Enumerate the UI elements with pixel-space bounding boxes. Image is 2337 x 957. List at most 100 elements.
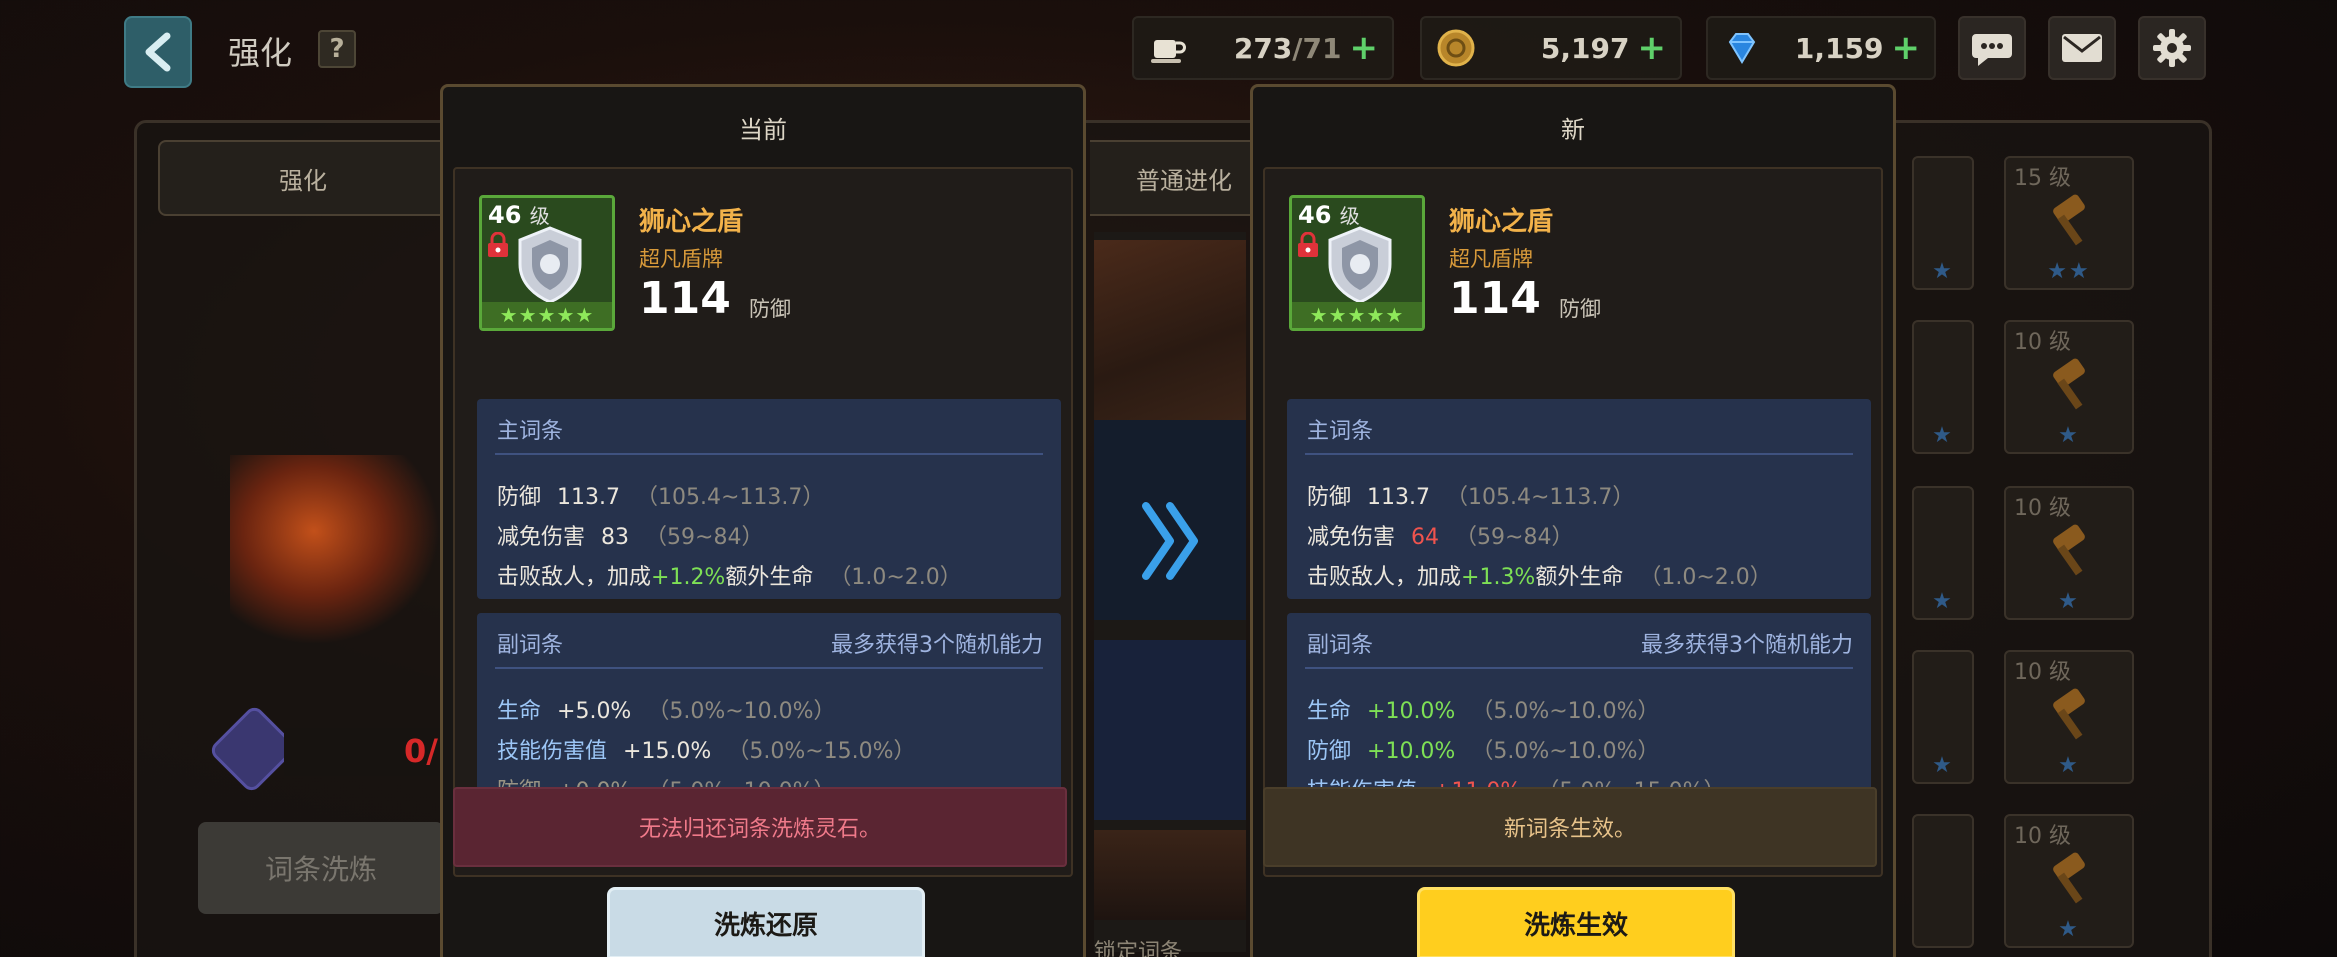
stat-name: 击败敌人，加成 — [497, 565, 652, 590]
new-affix-card: 新 46 级 ★★★★★ 狮心之盾 超凡盾牌 114 防御 主词条 防御 113.… — [1250, 84, 1896, 957]
back-button[interactable] — [124, 16, 192, 88]
material-slot[interactable]: 10 级 ★ — [2004, 650, 2134, 784]
material-slot[interactable]: 10 级 ★ — [2004, 486, 2134, 620]
stamina-counter: 273/71 + — [1132, 16, 1394, 80]
gold-coin-icon — [1432, 24, 1480, 72]
stat-range: （5.0%~10.0%） — [1471, 739, 1660, 764]
stat-value: +10.0% — [1367, 699, 1456, 724]
material-slot[interactable]: ★ — [1912, 156, 1974, 290]
item-defense-label: 防御 — [1559, 297, 1601, 321]
stat-value: 113.7 — [557, 485, 620, 510]
material-slot[interactable]: ★ — [1912, 486, 1974, 620]
hammer-icon — [2053, 194, 2085, 246]
sub-affix-note: 最多获得3个随机能力 — [831, 633, 1043, 658]
slot-level: 10 级 — [2014, 330, 2071, 355]
material-slot[interactable]: ★ — [1912, 650, 1974, 784]
item-name: 狮心之盾 — [1449, 207, 1554, 237]
reroll-button[interactable]: 词条洗炼 — [198, 822, 444, 914]
page-title: 强化 — [228, 34, 293, 72]
slot-stars: ★ — [1932, 753, 1954, 778]
main-affix-box: 主词条 防御 113.7 （105.4~113.7） 减免伤害 64 （59~84） 击… — [1287, 399, 1871, 599]
slot-stars: ★ — [1932, 259, 1954, 284]
add-gold-button[interactable]: + — [1638, 28, 1667, 68]
stat-name: 减免伤害 — [1307, 525, 1396, 550]
item-type: 超凡盾牌 — [639, 247, 723, 271]
add-stamina-button[interactable]: + — [1350, 28, 1379, 68]
stamina-max: 71 — [1302, 31, 1342, 65]
status-message: 新词条生效。 — [1263, 787, 1877, 867]
revert-reroll-button[interactable]: 洗炼还原 — [607, 887, 925, 957]
item-name: 狮心之盾 — [639, 207, 744, 237]
mail-button[interactable] — [2048, 16, 2116, 80]
item-defense-label: 防御 — [749, 297, 791, 321]
slot-stars: ★ — [2058, 917, 2080, 942]
material-slot[interactable] — [1912, 814, 1974, 948]
item-stars: ★★★★★ — [482, 302, 612, 328]
stat-range: （59~84） — [1455, 525, 1574, 550]
lock-icon — [1298, 232, 1318, 257]
slot-level: 15 级 — [2014, 166, 2071, 191]
stat-range: （1.0~2.0） — [829, 565, 962, 590]
material-count: 0/ — [404, 732, 438, 770]
slot-stars: ★ — [2058, 589, 2080, 614]
blue-gem-icon — [1718, 24, 1766, 72]
help-button[interactable]: ? — [318, 30, 356, 68]
stat-name: 防御 — [1307, 739, 1352, 764]
stat-value: +15.0% — [623, 739, 712, 764]
sub-stat-row: 生命 +5.0% （5.0%~10.0%） — [497, 693, 836, 725]
material-slot[interactable]: 10 级 ★ — [2004, 814, 2134, 948]
main-stat-row-special: 击败敌人，加成+1.3%额外生命 （1.0~2.0） — [1307, 559, 1772, 591]
gold-counter: 5,197 + — [1420, 16, 1682, 80]
tab-enhance[interactable]: 强化 — [158, 140, 448, 216]
hero-character-image — [230, 455, 440, 645]
item-icon: 46 级 ★★★★★ — [1289, 195, 1425, 331]
background-artwork — [1094, 240, 1246, 420]
shield-icon — [518, 226, 582, 304]
card-header: 新 — [1561, 115, 1585, 144]
item-icon: 46 级 ★★★★★ — [479, 195, 615, 331]
material-slot[interactable]: 10 级 ★ — [2004, 320, 2134, 454]
stat-range: （5.0%~10.0%） — [647, 699, 836, 724]
chat-button[interactable] — [1958, 16, 2026, 80]
slot-level: 10 级 — [2014, 824, 2071, 849]
stat-range: （105.4~113.7） — [1446, 485, 1635, 510]
stat-name: 减免伤害 — [497, 525, 586, 550]
gold-value: 5,197 — [1540, 31, 1630, 65]
stat-name: 生命 — [497, 699, 542, 724]
stamina-separator: / — [1292, 31, 1303, 65]
background-artwork-lower — [1094, 830, 1246, 920]
gem-value: 1,159 — [1794, 31, 1884, 65]
stat-value: 64 — [1411, 525, 1440, 550]
divider — [1305, 453, 1853, 455]
apply-reroll-button[interactable]: 洗炼生效 — [1417, 887, 1735, 957]
stamina-current: 273 — [1233, 31, 1293, 65]
stamina-value: 273/71 — [1192, 32, 1350, 65]
card-inner: 46 级 ★★★★★ 狮心之盾 超凡盾牌 114 防御 主词条 防御 113.7 （… — [453, 167, 1073, 877]
stat-range: （5.0%~15.0%） — [727, 739, 916, 764]
stat-name: 击败敌人，加成 — [1307, 565, 1462, 590]
stat-name: 防御 — [497, 485, 542, 510]
stat-value: +5.0% — [557, 699, 632, 724]
settings-button[interactable] — [2138, 16, 2206, 80]
material-slot[interactable]: 15 级 ★★ — [2004, 156, 2134, 290]
item-defense-value: 114 — [639, 273, 731, 324]
stat-value: +1.3% — [1461, 565, 1536, 590]
shield-icon — [1328, 226, 1392, 304]
sub-affix-title: 副词条 — [497, 633, 564, 658]
stat-name-suffix: 额外生命 — [1535, 565, 1624, 590]
mail-icon — [2062, 34, 2102, 62]
material-slot[interactable]: ★ — [1912, 320, 1974, 454]
status-message: 无法归还词条洗炼灵石。 — [453, 787, 1067, 867]
stat-name: 防御 — [1307, 485, 1352, 510]
chat-icon — [1972, 34, 2012, 66]
main-affix-box: 主词条 防御 113.7 （105.4~113.7） 减免伤害 83 （59~84） 击… — [477, 399, 1061, 599]
hammer-icon — [2053, 688, 2085, 740]
main-affix-title: 主词条 — [497, 419, 564, 444]
coffee-cup-icon — [1144, 24, 1192, 72]
stat-name-suffix: 额外生命 — [725, 565, 814, 590]
lock-affix-label: 锁定词条 — [1094, 940, 1183, 957]
main-stat-row: 防御 113.7 （105.4~113.7） — [1307, 479, 1634, 511]
slot-stars: ★ — [1932, 423, 1954, 448]
main-affix-title: 主词条 — [1307, 419, 1374, 444]
add-gem-button[interactable]: + — [1892, 28, 1921, 68]
